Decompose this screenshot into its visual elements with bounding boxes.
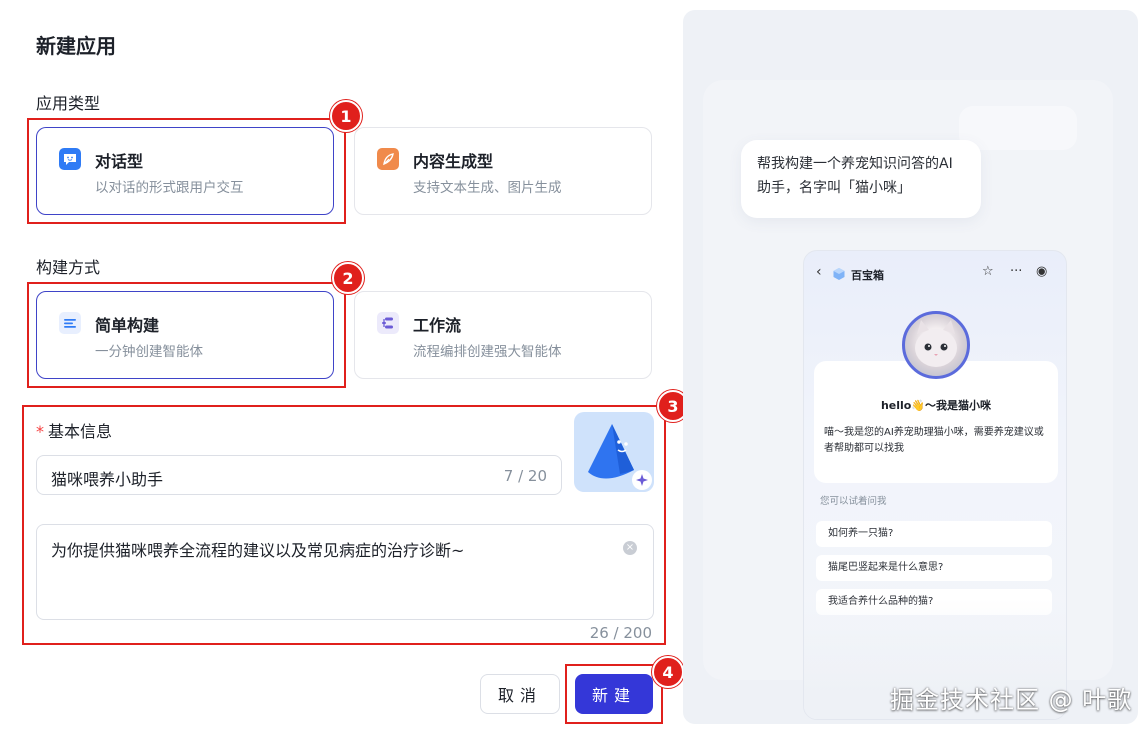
highlight-box-1 [27, 118, 346, 224]
highlight-box-2 [27, 282, 346, 388]
preview-panel: 帮我构建一个养宠知识问答的AI助手，名字叫「猫小咪」 ‹ 百宝箱 ☆ ··· ◉… [683, 10, 1138, 724]
cancel-button[interactable]: 取消 [480, 674, 560, 714]
app-logo-icon [833, 268, 845, 280]
suggested-question[interactable]: 猫尾巴竖起来是什么意思? [816, 555, 1052, 581]
card-desc: 支持文本生成、图片生成 [413, 180, 562, 196]
step-badge-1: 1 [330, 100, 362, 132]
highlight-box-4 [565, 664, 663, 724]
step-badge-2: 2 [332, 262, 364, 294]
card-title: 工作流 [413, 316, 462, 335]
app-type-label: 应用类型 [36, 94, 101, 113]
ghost-bubble [959, 106, 1077, 150]
phone-preview: ‹ 百宝箱 ☆ ··· ◉ hello👋～我是猫小咪 喵～我是您的AI养宠助理猫… [803, 250, 1067, 720]
welcome-intro: 喵～我是您的AI养宠助理猫小咪，需要养宠建议或者帮助都可以找我 [824, 427, 1044, 454]
build-workflow-card[interactable]: 工作流 流程编排创建强大智能体 [354, 291, 652, 379]
card-desc: 流程编排创建强大智能体 [413, 344, 562, 360]
app-type-content-card[interactable]: 内容生成型 支持文本生成、图片生成 [354, 127, 652, 215]
highlight-box-3 [22, 405, 666, 645]
prompt-bubble: 帮我构建一个养宠知识问答的AI助手，名字叫「猫小咪」 [741, 140, 981, 218]
cat-avatar [902, 311, 970, 379]
workflow-icon [377, 312, 399, 334]
more-icon[interactable]: ··· [1010, 264, 1022, 279]
card-title: 内容生成型 [413, 152, 494, 171]
watermark-text: 掘金技术社区 @ 叶歌 [890, 686, 1133, 714]
phone-topbar: ‹ 百宝箱 ☆ ··· ◉ [804, 251, 1066, 295]
welcome-hello: hello👋～我是猫小咪 [880, 399, 992, 412]
feather-icon [377, 148, 399, 170]
star-icon[interactable]: ☆ [982, 264, 994, 279]
welcome-card: hello👋～我是猫小咪 喵～我是您的AI养宠助理猫小咪，需要养宠建议或者帮助都… [814, 361, 1058, 483]
step-badge-4: 4 [652, 656, 684, 688]
suggested-question[interactable]: 如何养一只猫? [816, 521, 1052, 547]
record-icon[interactable]: ◉ [1036, 264, 1047, 279]
dialog-title: 新建应用 [36, 34, 116, 58]
back-icon[interactable]: ‹ [816, 264, 822, 280]
ask-label: 您可以试着问我 [820, 496, 887, 507]
phone-app-name: 百宝箱 [851, 269, 884, 282]
build-method-label: 构建方式 [36, 258, 101, 277]
